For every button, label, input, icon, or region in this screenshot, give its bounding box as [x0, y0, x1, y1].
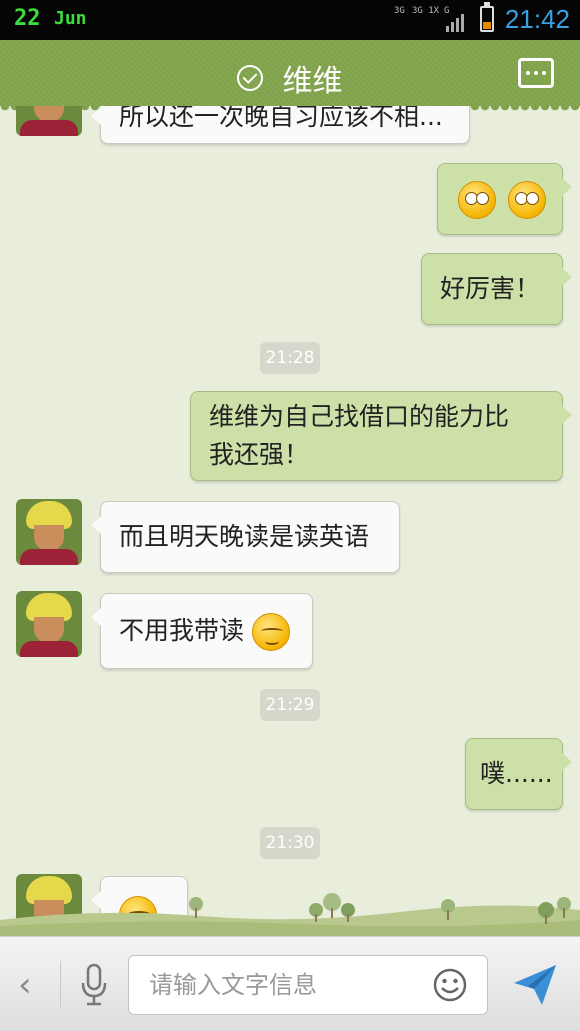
message-bubble-outgoing[interactable] — [437, 163, 572, 235]
message-bubble-outgoing[interactable]: 噗...... — [465, 738, 572, 810]
battery-icon — [480, 2, 494, 32]
more-options-button[interactable] — [518, 58, 554, 88]
chevron-left-icon[interactable]: ‹ — [18, 965, 32, 1005]
timestamp: 21:29 — [260, 689, 320, 721]
microphone-icon[interactable] — [80, 963, 108, 1007]
chat-header: 维维 — [0, 40, 580, 112]
message-text: 所以还一次晚自习应该不相... — [119, 106, 443, 131]
timestamp: 21:28 — [260, 342, 320, 374]
message-text-line-1: 维维为自己找借口的能力比 — [209, 402, 510, 431]
message-bubble-outgoing[interactable]: 维维为自己找借口的能力比 我还强！ — [190, 391, 572, 481]
message-bubble-outgoing[interactable]: 好厉害！ — [421, 253, 572, 325]
message-bubble-incoming[interactable]: 所以还一次晚自习应该不相... — [91, 106, 470, 144]
check-circle-icon — [237, 65, 264, 91]
chat-area[interactable]: 所以还一次晚自习应该不相... 好厉害！ 21:28 维维为自己找借口的能力比 … — [0, 106, 580, 936]
status-bar: 22 Jun 3G 3G 1X G 21:42 — [0, 0, 580, 40]
message-text-line-2: 我还强！ — [209, 440, 310, 469]
message-text: 不用我带读 — [119, 616, 245, 645]
network-indicator-2: 3G 1X — [412, 6, 440, 16]
timestamp: 21:30 — [260, 827, 320, 859]
message-bubble-incoming[interactable]: 而且明天晚读是读英语 — [91, 501, 400, 573]
network-indicator-1: 3G — [394, 6, 405, 16]
divider — [60, 961, 61, 1007]
message-text: 而且明天晚读是读英语 — [119, 522, 370, 551]
message-bubble-incoming[interactable]: 不用我带读 — [91, 593, 313, 669]
message-text: 噗...... — [480, 759, 553, 788]
landscape-decoration — [0, 893, 580, 936]
avatar[interactable] — [16, 499, 82, 565]
staring-eyes-emoji — [507, 181, 546, 219]
chat-title-wrap[interactable]: 维维 — [0, 56, 580, 100]
signal-icon — [446, 14, 464, 32]
chat-title: 维维 — [282, 64, 343, 99]
smiley-icon[interactable] — [432, 967, 468, 1003]
status-month: Jun — [54, 8, 87, 29]
status-clock: 21:42 — [504, 4, 570, 34]
send-icon[interactable] — [512, 963, 558, 1007]
message-text: 好厉害！ — [440, 274, 541, 303]
avatar[interactable] — [16, 106, 82, 136]
staring-eyes-emoji — [458, 181, 496, 219]
input-bar: ‹ 请输入文字信息 — [0, 936, 580, 1031]
shy-emoji — [251, 613, 290, 651]
status-date: 22 — [14, 6, 41, 31]
avatar[interactable] — [16, 591, 82, 657]
